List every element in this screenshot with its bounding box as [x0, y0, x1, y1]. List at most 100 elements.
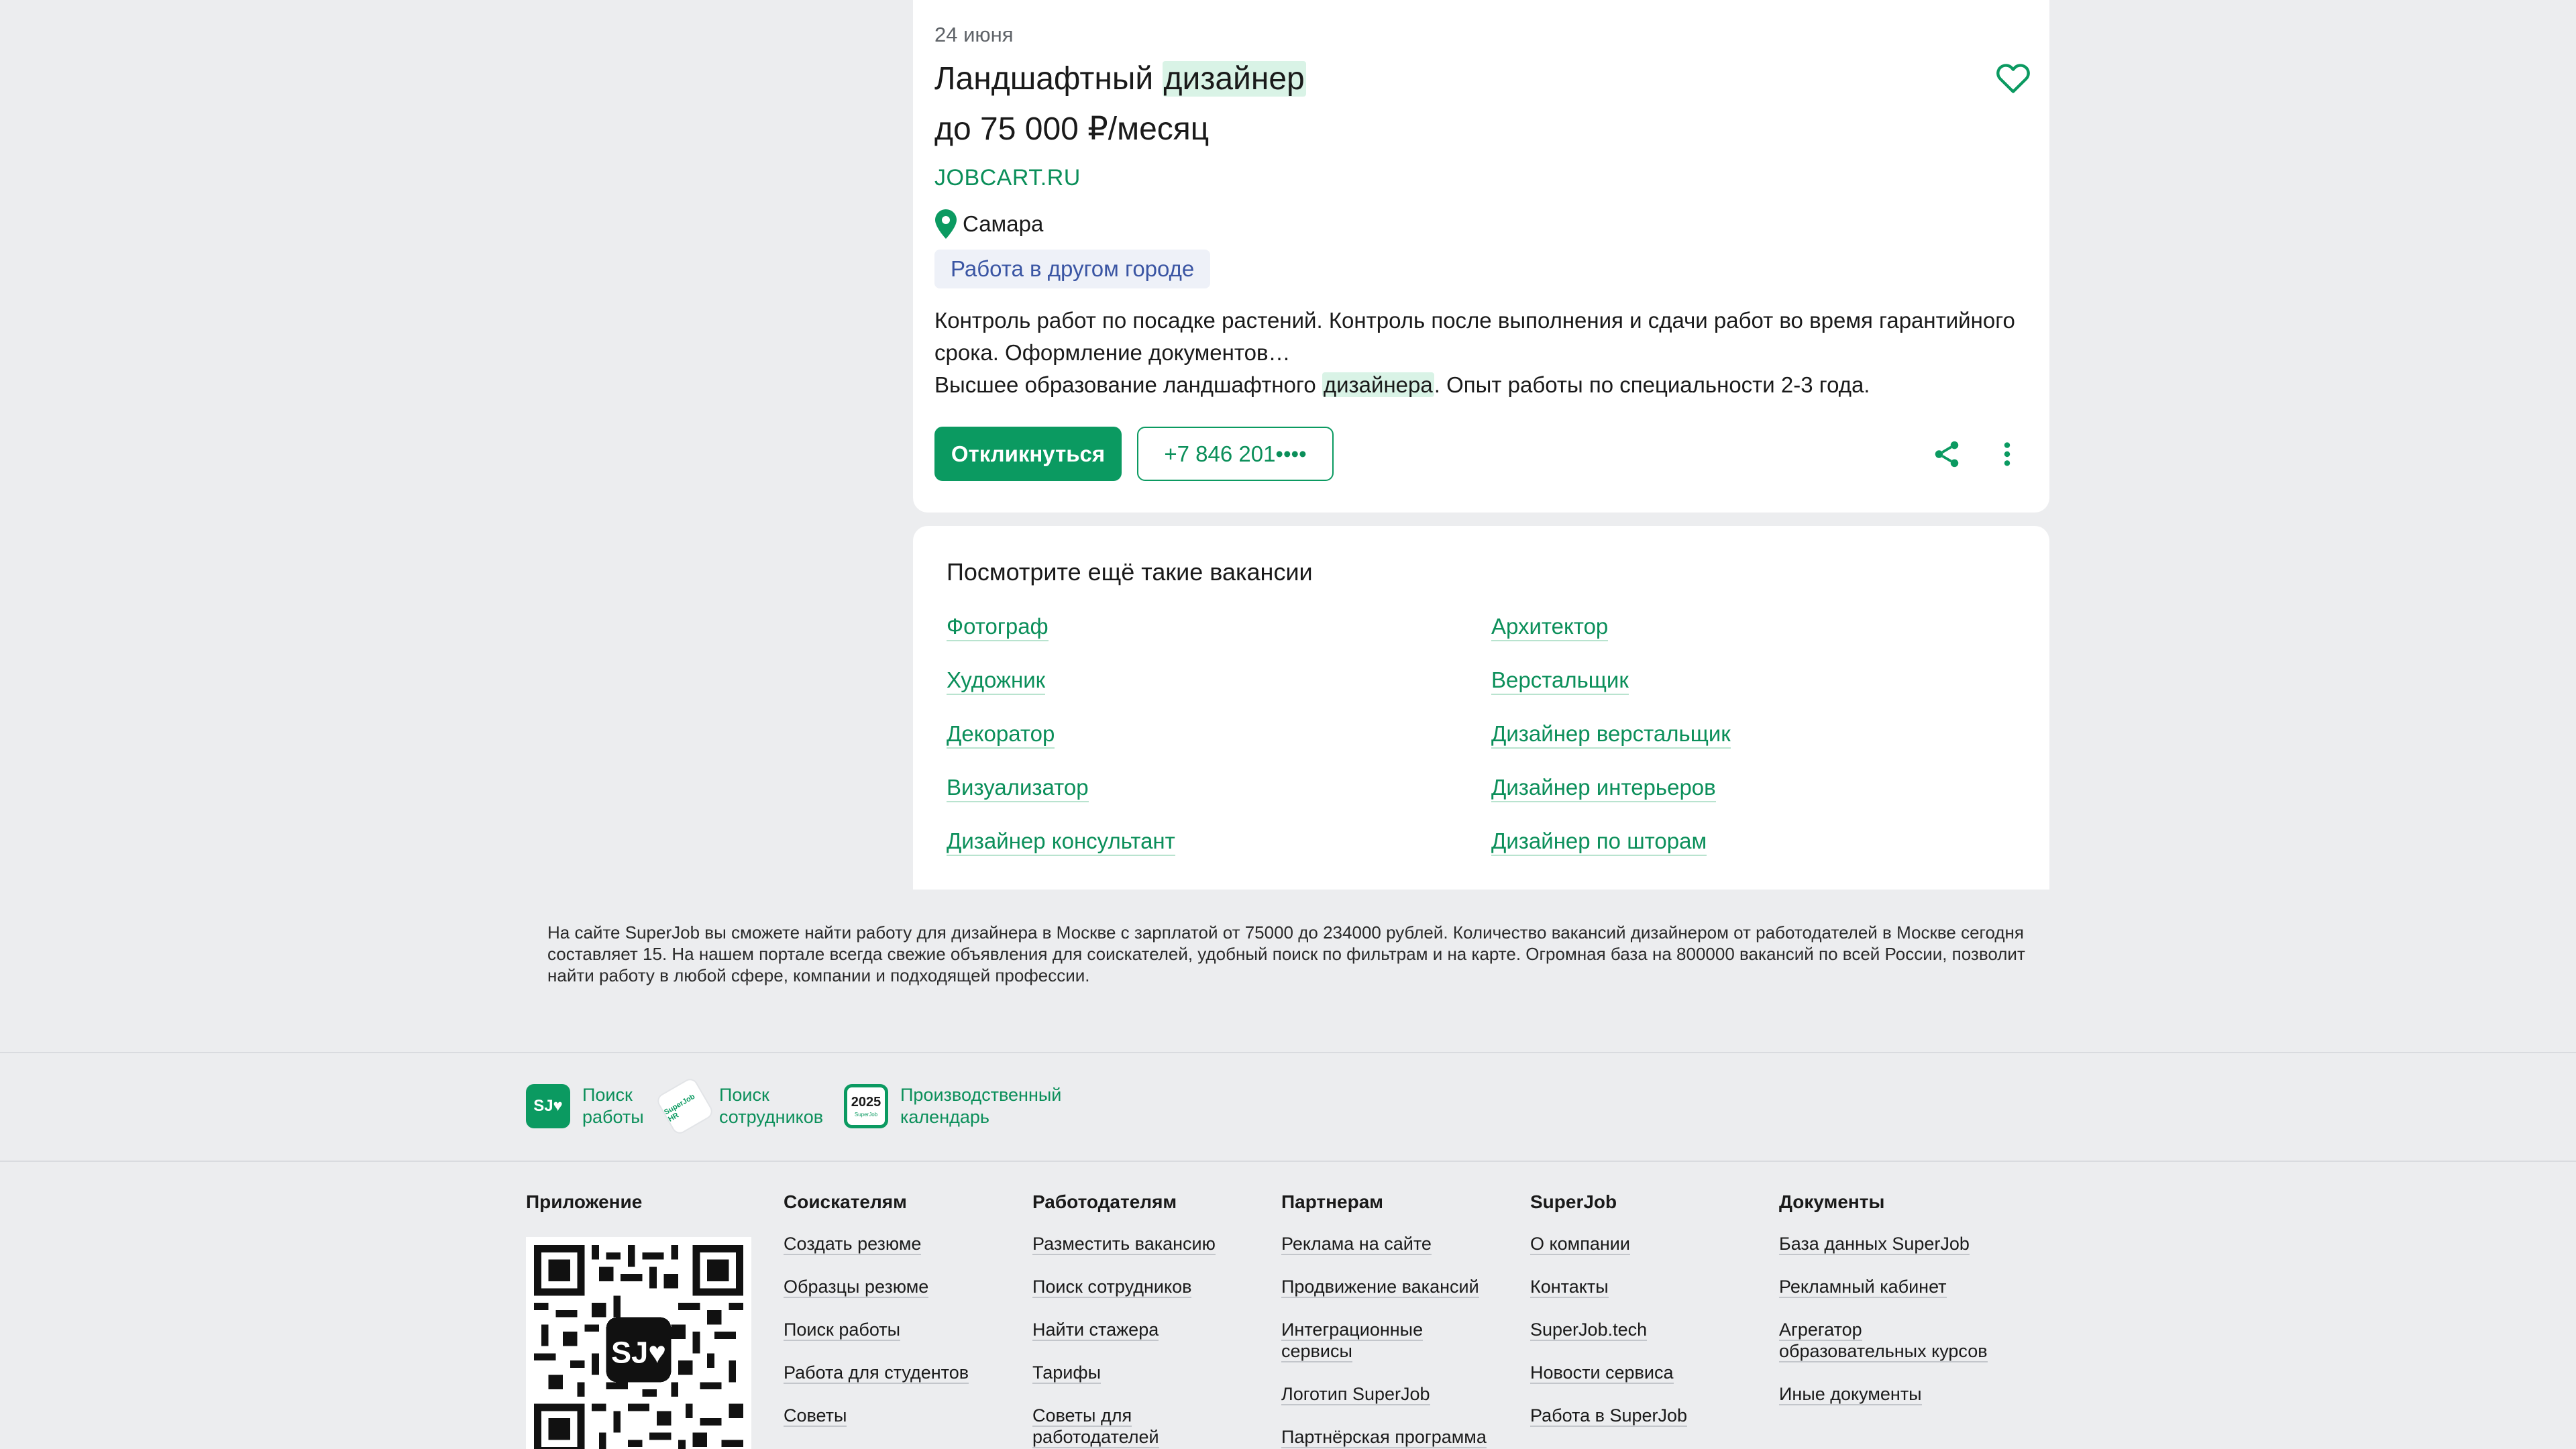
- service-label[interactable]: Производственный календарь: [900, 1084, 1061, 1128]
- footer-link[interactable]: Разместить вакансию: [1032, 1233, 1216, 1255]
- footer-link[interactable]: Агрегатор образовательных курсов: [1779, 1319, 1988, 1362]
- footer-column-app: Приложение: [526, 1191, 642, 1233]
- footer-link-text: Реклама на сайте: [1281, 1234, 1432, 1255]
- footer-link-text: Контакты: [1530, 1277, 1609, 1298]
- service-label-line: Производственный: [900, 1085, 1062, 1105]
- footer-link-text: Разместить вакансию: [1032, 1234, 1216, 1255]
- footer-link-text: Интеграционные: [1281, 1320, 1424, 1341]
- footer-column-title: Работодателям: [1032, 1191, 1177, 1212]
- vacancy-title-highlight[interactable]: дизайнер: [1162, 61, 1306, 97]
- footer-link[interactable]: Советы: [784, 1405, 969, 1427]
- app-qr-code[interactable]: SJ♥: [526, 1237, 751, 1449]
- footer-link-text: Создать резюме: [784, 1234, 922, 1255]
- service-label[interactable]: Поиск работы: [582, 1084, 644, 1128]
- service-calendar[interactable]: 2025 SuperJob Производственный календарь: [844, 1084, 1061, 1128]
- footer-divider: [0, 1161, 2576, 1162]
- footer-link[interactable]: Образцы резюме: [784, 1276, 969, 1298]
- footer-link[interactable]: Новости сервиса: [1530, 1362, 1687, 1384]
- footer-link-text: Иные документы: [1779, 1384, 1922, 1405]
- footer-link[interactable]: Интеграционные сервисы: [1281, 1319, 1487, 1362]
- footer-link[interactable]: Партнёрская программа: [1281, 1426, 1487, 1448]
- vacancy-salary: до 75 000 ₽/месяц: [934, 111, 1210, 147]
- footer-link[interactable]: Иные документы: [1779, 1383, 1988, 1405]
- service-label-line: Поиск: [582, 1085, 633, 1105]
- description-text: . Опыт работы по специальности 2-3 года.: [1434, 372, 1870, 397]
- vacancy-date: 24 июня: [934, 23, 1014, 46]
- footer-link-text: Образцы резюме: [784, 1277, 929, 1298]
- footer-link-text: Агрегатор: [1779, 1320, 1862, 1341]
- share-icon[interactable]: [1931, 439, 1962, 470]
- show-phone-button[interactable]: +7 846 201••••: [1137, 427, 1334, 481]
- vacancy-card[interactable]: 24 июня Ландшафтный дизайнер до 75 000 ₽…: [913, 0, 2049, 513]
- footer-link-text: Рекламный кабинет: [1779, 1277, 1947, 1298]
- apply-button[interactable]: Откликнуться: [934, 427, 1122, 481]
- similar-link[interactable]: Дизайнер верстальщик: [1491, 720, 1731, 749]
- footer-link[interactable]: О компании: [1530, 1233, 1687, 1255]
- footer-link[interactable]: Рекламный кабинет: [1779, 1276, 1988, 1298]
- similar-link[interactable]: Архитектор: [1491, 613, 1609, 641]
- vacancy-title[interactable]: Ландшафтный дизайнер: [934, 60, 1306, 97]
- similar-link[interactable]: Фотограф: [947, 613, 1049, 641]
- footer-link[interactable]: SuperJob.tech: [1530, 1319, 1687, 1341]
- footer-link[interactable]: Советы для работодателей: [1032, 1405, 1216, 1448]
- footer-link-text: Продвижение вакансий: [1281, 1277, 1479, 1298]
- description-text: Высшее образование ландшафтного: [934, 372, 1322, 397]
- qr-center-logo: SJ♥: [611, 1335, 666, 1369]
- footer-link[interactable]: База данных SuperJob: [1779, 1233, 1988, 1255]
- vacancy-description: Контроль работ по посадке растений. Конт…: [934, 305, 2021, 401]
- similar-link[interactable]: Дизайнер по шторам: [1491, 828, 1707, 856]
- city-label: Самара: [963, 211, 1044, 236]
- footer-divider: [0, 1052, 2576, 1053]
- company-link[interactable]: JOBCART.RU: [934, 165, 1081, 191]
- footer-link-text: О компании: [1530, 1234, 1630, 1255]
- service-label[interactable]: Поиск сотрудников: [719, 1084, 823, 1128]
- footer-link-text: Советы для: [1032, 1405, 1132, 1427]
- footer-link[interactable]: Тарифы: [1032, 1362, 1216, 1384]
- description-line: срока. Оформление документов…: [934, 340, 1291, 365]
- similar-link[interactable]: Верстальщик: [1491, 667, 1629, 695]
- heart-icon[interactable]: [1996, 62, 2031, 94]
- similar-link[interactable]: Дизайнер интерьеров: [1491, 774, 1716, 802]
- relocation-badge: Работа в другом городе: [934, 250, 1211, 288]
- calendar-year: 2025: [851, 1095, 881, 1110]
- similar-link[interactable]: Декоратор: [947, 720, 1055, 749]
- footer-link[interactable]: Поиск сотрудников: [1032, 1276, 1216, 1298]
- footer-link[interactable]: Работа для студентов: [784, 1362, 969, 1384]
- footer-column-2: Работодателям Разместить вакансию Поиск со…: [1032, 1191, 1216, 1449]
- qr-code-icon: SJ♥: [534, 1245, 743, 1449]
- service-job-search[interactable]: SJ♥ Поиск работы: [526, 1084, 644, 1128]
- footer-link[interactable]: Поиск работы: [784, 1319, 969, 1341]
- service-label-line: работы: [582, 1107, 644, 1127]
- footer-column-title: Документы: [1779, 1191, 1885, 1212]
- footer-link[interactable]: Создать резюме: [784, 1233, 969, 1255]
- vacancy-title-text[interactable]: Ландшафтный: [934, 61, 1163, 97]
- more-vertical-icon[interactable]: [1992, 439, 2023, 470]
- footer-link-text: Поиск работы: [784, 1320, 901, 1341]
- footer-column-title: Партнерам: [1281, 1191, 1384, 1212]
- similar-link[interactable]: Художник: [947, 667, 1046, 695]
- footer-link[interactable]: Найти стажера: [1032, 1319, 1216, 1341]
- service-hr[interactable]: SuperJob HR Поиск сотрудников: [654, 1075, 823, 1137]
- footer-column-title: Приложение: [526, 1191, 643, 1212]
- description-highlight: дизайнера: [1322, 372, 1434, 397]
- footer-link[interactable]: Продвижение вакансий: [1281, 1276, 1487, 1298]
- description-line: Контроль работ по посадке растений. Конт…: [934, 308, 2015, 333]
- similar-link[interactable]: Дизайнер консультант: [947, 828, 1175, 856]
- superjob-logo-icon: SJ♥: [526, 1084, 570, 1128]
- footer-column-1: Соискателям Создать резюме Образцы резюме П…: [784, 1191, 969, 1448]
- footer-link[interactable]: Реклама на сайте: [1281, 1233, 1487, 1255]
- footer-link-text: работодателей: [1032, 1427, 1159, 1448]
- footer-link-text: сервисы: [1281, 1341, 1352, 1362]
- footer-link[interactable]: Контакты: [1530, 1276, 1687, 1298]
- service-label-line: календарь: [900, 1107, 989, 1127]
- footer-link-text: Советы: [784, 1405, 847, 1427]
- similar-link[interactable]: Визуализатор: [947, 774, 1089, 802]
- page: 24 июня Ландшафтный дизайнер до 75 000 ₽…: [0, 0, 2576, 1449]
- description-line: Высшее образование ландшафтного дизайнер…: [934, 369, 2021, 401]
- calendar-brand: SuperJob: [854, 1112, 878, 1118]
- footer-link[interactable]: Логотип SuperJob: [1281, 1383, 1487, 1405]
- footer-link-text: Тарифы: [1032, 1362, 1102, 1384]
- footer-link[interactable]: Работа в SuperJob: [1530, 1405, 1688, 1427]
- service-label-line: Поиск: [719, 1085, 769, 1105]
- footer-link-text: Поиск сотрудников: [1032, 1277, 1192, 1298]
